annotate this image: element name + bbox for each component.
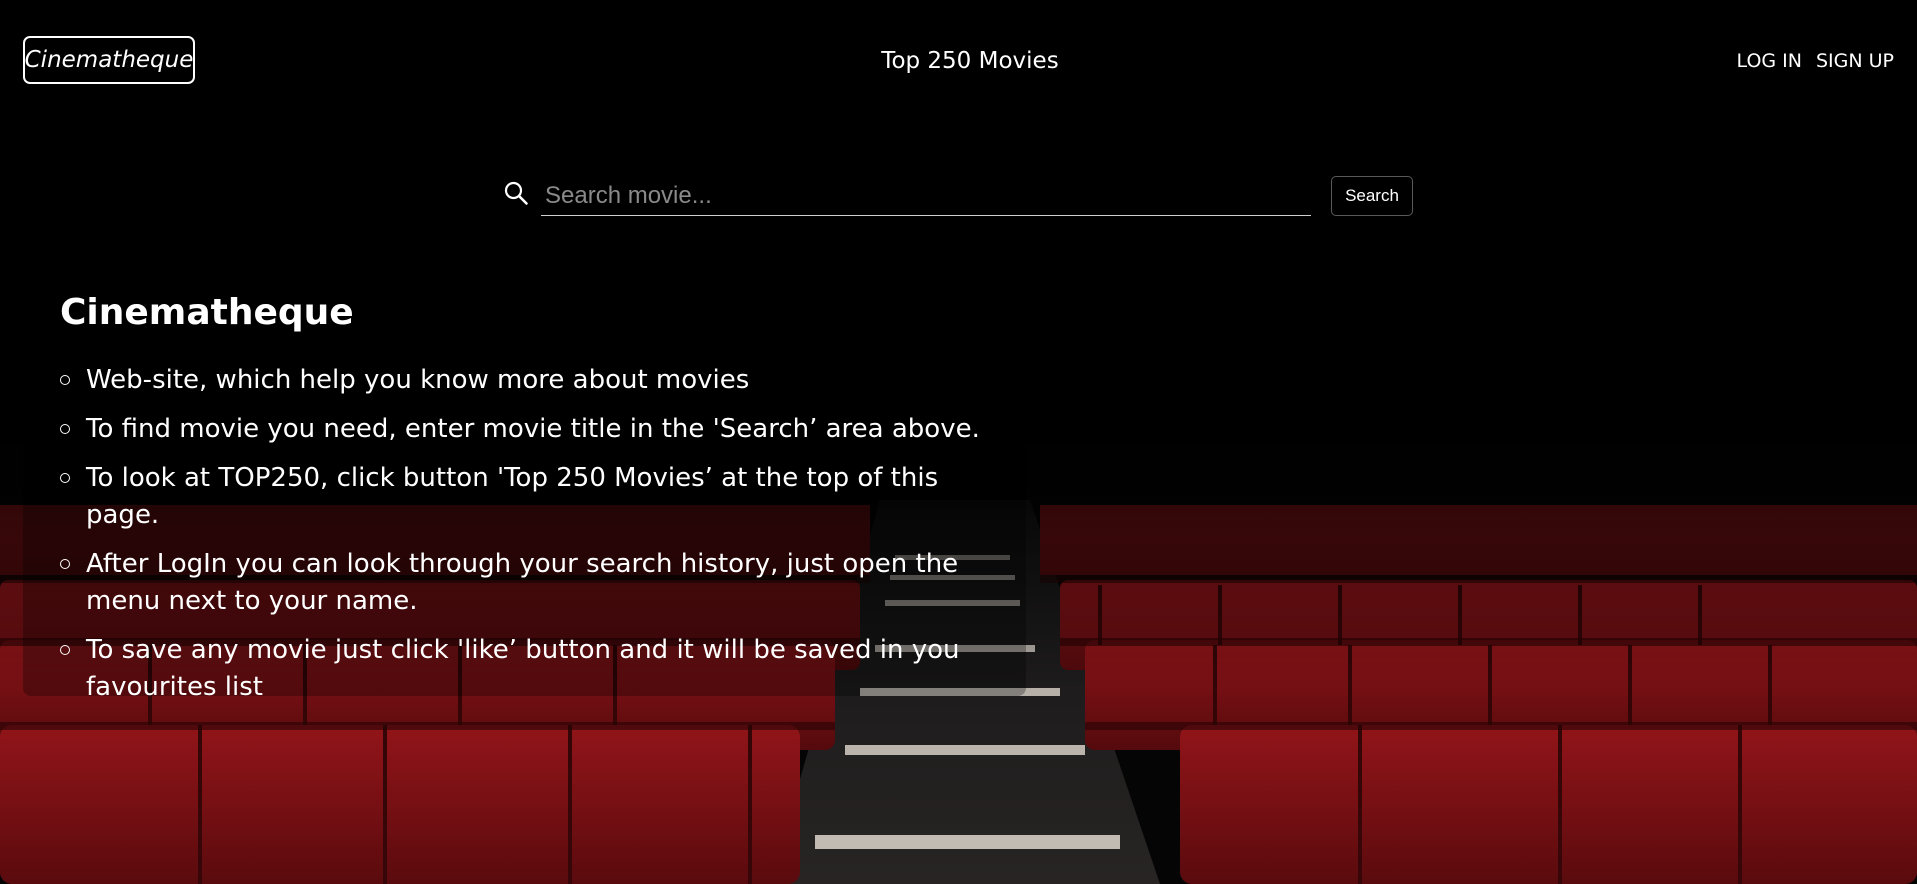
info-title: Cinematheque: [60, 292, 354, 333]
signup-link[interactable]: SIGN UP: [1816, 50, 1894, 72]
search-input[interactable]: [541, 176, 1311, 216]
info-item: To look at TOP250, click button 'Top 250…: [60, 460, 1010, 534]
search-icon: [504, 181, 528, 205]
info-item: To find movie you need, enter movie titl…: [60, 411, 1010, 448]
search-bar: Search: [503, 176, 1413, 218]
info-list: Web-site, which help you know more about…: [60, 362, 1010, 718]
search-button[interactable]: Search: [1331, 176, 1413, 216]
info-item: Web-site, which help you know more about…: [60, 362, 1010, 399]
top-250-movies-link[interactable]: Top 250 Movies: [860, 48, 1080, 74]
logo-button[interactable]: Cinematheque: [23, 36, 195, 84]
auth-links: LOG IN SIGN UP: [1737, 50, 1894, 72]
login-link[interactable]: LOG IN: [1737, 50, 1802, 72]
page: Cinematheque Top 250 Movies LOG IN SIGN …: [0, 0, 1917, 884]
info-item: After LogIn you can look through your se…: [60, 546, 1010, 620]
info-item: To save any movie just click 'like’ butt…: [60, 632, 1010, 706]
